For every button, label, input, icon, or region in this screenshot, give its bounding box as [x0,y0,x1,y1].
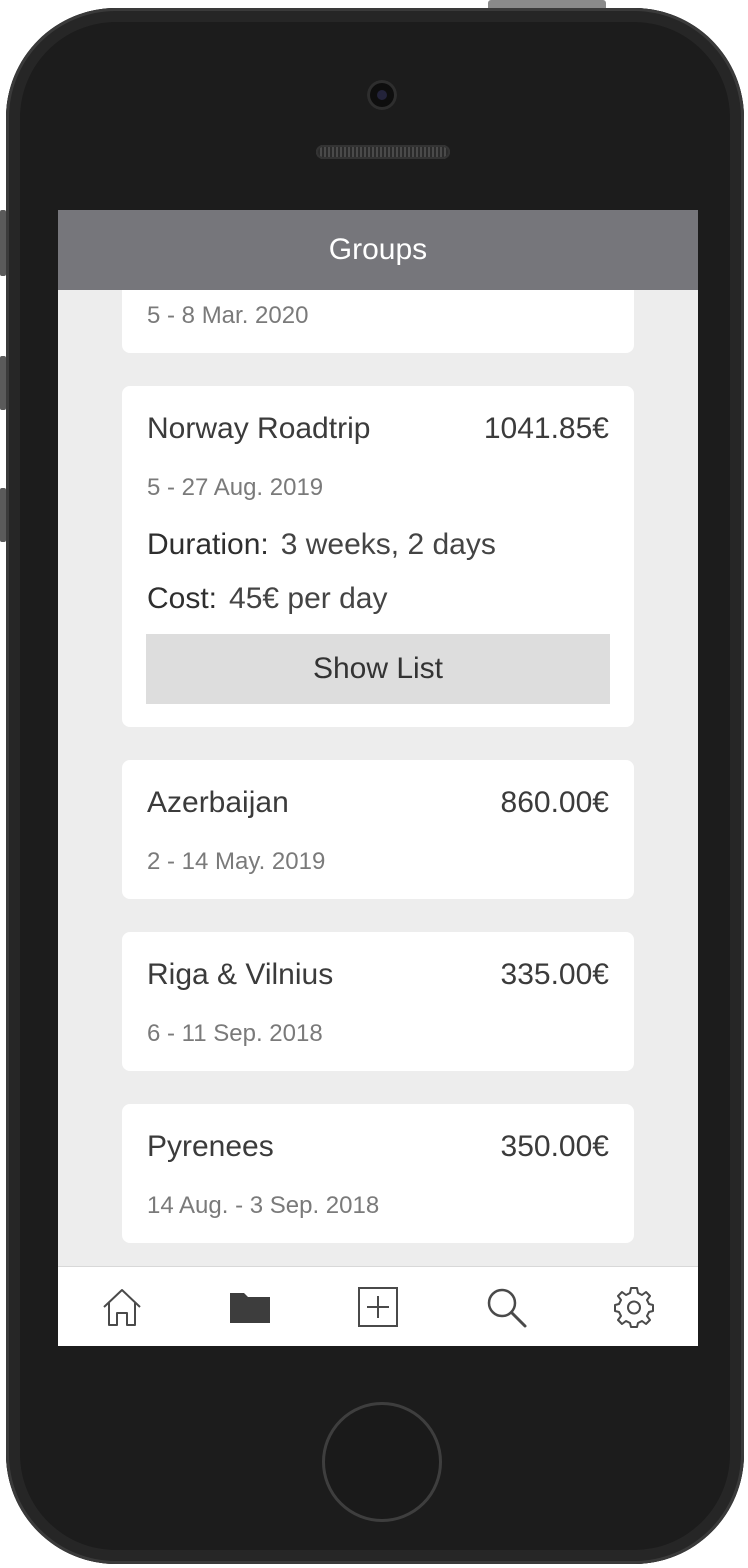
tab-search[interactable] [476,1277,536,1337]
tab-home[interactable] [92,1277,152,1337]
group-dates: 5 - 27 Aug. 2019 [147,474,324,501]
tab-settings[interactable] [604,1277,664,1337]
volume-down-button[interactable] [0,488,6,542]
folder-icon [230,1293,270,1323]
group-dates: 2 - 14 May. 2019 [147,848,326,875]
group-card[interactable]: Pyrenees 350.00€ 14 Aug. - 3 Sep. 2018 [122,1104,634,1243]
show-list-button[interactable]: Show List [146,634,610,704]
group-title: Azerbaijan [147,786,289,819]
page-title: Groups [328,233,428,266]
group-title: Riga & Vilnius [147,958,334,991]
group-amount: 335.00€ [500,958,609,991]
cost-value: 45€ per day [229,582,388,615]
earpiece-speaker [316,145,450,159]
group-dates: 14 Aug. - 3 Sep. 2018 [147,1192,380,1219]
mute-switch[interactable] [0,210,6,276]
group-amount: 1041.85€ [483,412,609,445]
add-icon [358,1287,398,1327]
group-amount: 350.00€ [500,1130,609,1163]
tab-add[interactable] [348,1277,408,1337]
group-card[interactable]: Azerbaijan 860.00€ 2 - 14 May. 2019 [122,760,634,899]
app-screen: Groups 5 - 8 Mar. 2020 Norway Roadtrip 1… [58,210,698,1346]
settings-icon [614,1287,654,1328]
home-icon [103,1289,141,1326]
group-title: Pyrenees [147,1130,274,1163]
app-header: Groups [58,210,698,290]
group-dates: 6 - 11 Sep. 2018 [147,1020,323,1047]
duration-value: 3 weeks, 2 days [280,528,496,561]
home-button[interactable] [322,1402,442,1522]
volume-up-button[interactable] [0,356,6,410]
duration-label: Duration: [147,528,269,561]
group-amount: 860.00€ [500,786,609,819]
group-card-expanded[interactable]: Norway Roadtrip 1041.85€ 5 - 27 Aug. 201… [122,386,634,727]
front-camera [367,80,397,110]
tab-groups[interactable] [220,1277,280,1337]
cost-label: Cost: [147,582,218,615]
duration-row: Duration: 3 weeks, 2 days [147,528,496,562]
cost-row: Cost: 45€ per day [147,582,387,616]
group-dates: 5 - 8 Mar. 2020 [147,302,309,329]
bottom-tab-bar [58,1266,698,1346]
search-icon [487,1288,527,1328]
group-card[interactable]: Riga & Vilnius 335.00€ 6 - 11 Sep. 2018 [122,932,634,1071]
group-title: Norway Roadtrip [147,412,371,445]
